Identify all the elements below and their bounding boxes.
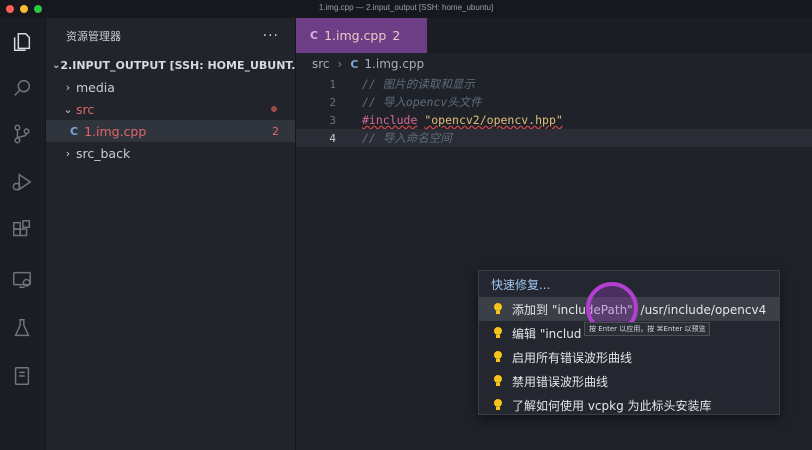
- window-title: 1.img.cpp — 2.input_output [SSH: home_ub…: [318, 3, 494, 12]
- notebook-icon[interactable]: [10, 364, 34, 388]
- quick-fix-label: 启用所有错误波形曲线: [512, 350, 633, 365]
- line-number: 2: [329, 95, 336, 109]
- apply-hint-tooltip: 按 Enter 以应用，按 ⌘Enter 以预览: [584, 322, 711, 336]
- chevron-down-icon: ⌄: [52, 59, 61, 71]
- line-number: 1: [329, 77, 336, 91]
- quick-fix-label: 编辑 "includ: [512, 326, 582, 341]
- code-line: 1 // 图片的读取和显示: [296, 75, 812, 93]
- tree-item-media[interactable]: › media: [46, 76, 295, 98]
- tab-bar: C 1.img.cpp 2: [296, 18, 812, 53]
- lightbulb-icon: [491, 398, 505, 412]
- cpp-file-icon: C: [350, 57, 359, 71]
- code-text: // 图片的读取和显示: [362, 77, 475, 91]
- run-debug-icon[interactable]: [10, 170, 34, 194]
- explorer-title: 资源管理器: [66, 30, 121, 43]
- breadcrumb-file[interactable]: 1.img.cpp: [364, 57, 424, 71]
- cpp-file-icon: C: [70, 124, 79, 138]
- cpp-file-icon: C: [310, 29, 319, 42]
- code-text: #include "opencv2/opencv.hpp": [362, 113, 563, 127]
- quick-fix-disable-squiggles[interactable]: 禁用错误波形曲线: [479, 369, 779, 393]
- workspace-name: 2.INPUT_OUTPUT [SSH: HOME_UBUNT...: [60, 58, 295, 72]
- code-text: // 导入命名空间: [362, 131, 452, 145]
- tree-item-1-img-cpp[interactable]: C 1.img.cpp 2: [46, 120, 295, 142]
- quick-fix-vcpkg[interactable]: 了解如何使用 vcpkg 为此标头安装库: [479, 393, 779, 417]
- code-line-current: 4 // 导入命名空间: [296, 129, 812, 147]
- chevron-right-icon: ›: [65, 80, 71, 94]
- tree-item-src[interactable]: ⌄ src: [46, 98, 295, 120]
- tree-item-src-back[interactable]: › src_back: [46, 142, 295, 164]
- quick-fix-label: 禁用错误波形曲线: [512, 374, 609, 389]
- breadcrumb-folder[interactable]: src: [312, 57, 330, 71]
- tree-item-label: src: [76, 101, 95, 117]
- chevron-right-icon: ›: [65, 146, 71, 160]
- search-icon[interactable]: [10, 76, 34, 100]
- testing-icon[interactable]: [10, 316, 34, 340]
- quick-fix-label: 添加到 "includePath": /usr/include/opencv4: [512, 302, 767, 317]
- line-number: 3: [329, 113, 336, 127]
- workspace-section-header[interactable]: ⌄ 2.INPUT_OUTPUT [SSH: HOME_UBUNT...: [46, 54, 295, 76]
- code-text: // 导入opencv头文件: [362, 95, 482, 109]
- more-actions-icon[interactable]: ···: [263, 28, 279, 44]
- tree-item-label: media: [76, 79, 115, 95]
- lightbulb-icon: [491, 374, 505, 388]
- tree-item-label: src_back: [76, 145, 131, 161]
- remote-explorer-icon[interactable]: [10, 268, 34, 292]
- quick-fix-enable-squiggles[interactable]: 启用所有错误波形曲线: [479, 345, 779, 369]
- lightbulb-icon: [491, 350, 505, 364]
- include-path-string: "opencv2/opencv.hpp": [424, 113, 563, 127]
- quick-fix-label: 了解如何使用 vcpkg 为此标头安装库: [512, 398, 712, 413]
- tab-problem-count: 2: [392, 28, 401, 43]
- extensions-icon[interactable]: [10, 218, 34, 242]
- line-number: 4: [329, 131, 336, 145]
- explorer-header: 资源管理器 ···: [46, 18, 295, 54]
- title-bar: 1.img.cpp — 2.input_output [SSH: home_ub…: [0, 0, 812, 18]
- tree-item-label: 1.img.cpp: [84, 123, 147, 139]
- preprocessor-directive: #include: [362, 113, 418, 127]
- problems-dot-icon: [271, 106, 277, 112]
- breadcrumb: src › C 1.img.cpp: [296, 53, 812, 75]
- lightbulb-icon: [491, 302, 505, 316]
- tab-1-img-cpp[interactable]: C 1.img.cpp 2: [296, 18, 427, 53]
- source-control-icon[interactable]: [10, 122, 34, 146]
- tab-label: 1.img.cpp: [324, 28, 387, 43]
- lightbulb-icon: [491, 326, 505, 340]
- code-line: 2 // 导入opencv头文件: [296, 93, 812, 111]
- chevron-down-icon: ⌄: [63, 102, 73, 116]
- code-line: 3 #include "opencv2/opencv.hpp": [296, 111, 812, 129]
- activity-bar: [0, 18, 46, 450]
- explorer-sidebar: 资源管理器 ··· ⌄ 2.INPUT_OUTPUT [SSH: HOME_UB…: [46, 18, 296, 450]
- problem-count-badge: 2: [272, 124, 279, 138]
- chevron-right-icon: ›: [337, 57, 343, 71]
- files-icon[interactable]: [10, 30, 34, 54]
